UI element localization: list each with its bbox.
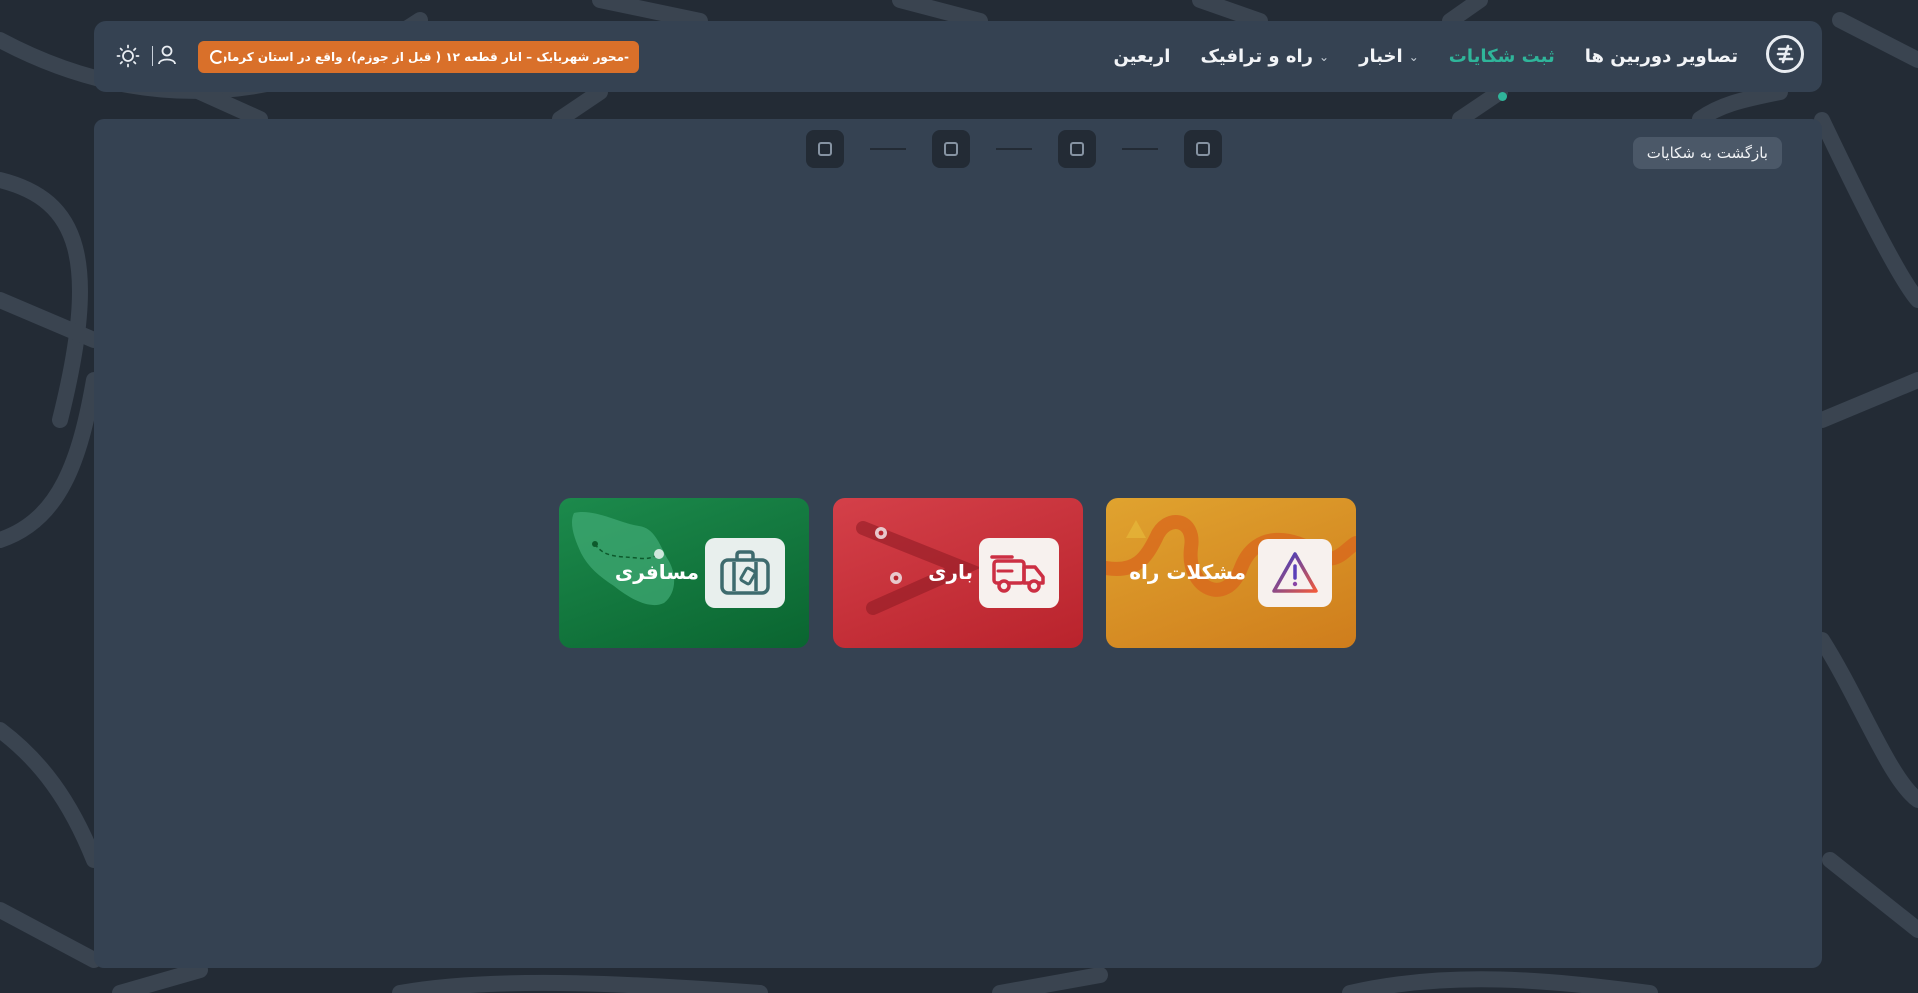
nav-item-label: اخبار: [1359, 46, 1403, 67]
step-connector: [1122, 148, 1158, 150]
nav-item-label: ثبت شکایات: [1448, 46, 1555, 67]
road-problems-card[interactable]: مشکلات راه: [1106, 498, 1356, 648]
chevron-down-icon: ⌄: [1408, 49, 1419, 64]
card-label: مشکلات راه: [1129, 560, 1246, 584]
user-icon[interactable]: [156, 44, 178, 66]
card-label: مسافری: [614, 560, 699, 584]
nav-item-label: راه و ترافیک: [1200, 46, 1314, 67]
stepper: [806, 130, 1222, 168]
active-indicator: [1497, 92, 1507, 101]
loading-spinner-icon: [210, 50, 224, 64]
divider: [152, 46, 153, 66]
step-connector: [870, 148, 906, 150]
nav-item-camera-images[interactable]: تصاویر دوربین ها: [1585, 46, 1738, 67]
suitcase-icon: [705, 538, 785, 608]
step-4: [806, 130, 844, 168]
cargo-card[interactable]: باری: [833, 498, 1083, 648]
nav-item-arbaeen[interactable]: اربعین: [1113, 46, 1170, 67]
nav-item-news[interactable]: اخبار ⌄: [1359, 46, 1419, 67]
nav-item-label: اربعین: [1113, 46, 1171, 67]
step-1: [1184, 130, 1222, 168]
top-navbar: تصاویر دوربین ها ثبت شکایات اخبار ⌄ راه …: [94, 21, 1822, 101]
step-2: [1058, 130, 1096, 168]
step-connector: [996, 148, 1032, 150]
chevron-down-icon: ⌄: [1319, 49, 1330, 64]
nav-item-road-traffic[interactable]: راه و ترافیک ⌄: [1200, 46, 1329, 67]
nav-item-register-complaints[interactable]: ثبت شکایات: [1448, 46, 1555, 101]
back-to-complaints-button[interactable]: بازگشت به شکایات: [1632, 137, 1782, 169]
ticker-text: -محور شهربابک – انار قطعه ۱۲ ( قبل از جو…: [224, 50, 629, 64]
passenger-card[interactable]: مسافری: [559, 498, 809, 648]
step-3: [932, 130, 970, 168]
card-label: باری: [928, 560, 973, 584]
nav-menu: تصاویر دوربین ها ثبت شکایات اخبار ⌄ راه …: [1113, 21, 1738, 101]
nav-item-label: تصاویر دوربین ها: [1584, 46, 1738, 67]
warning-triangle-icon: [1258, 539, 1332, 607]
main-panel: بازگشت به شکایات مشکلات راه باری مسافری: [94, 119, 1822, 968]
logo-icon[interactable]: [1766, 35, 1804, 73]
truck-icon: [979, 538, 1059, 608]
sun-icon[interactable]: [116, 44, 140, 68]
news-ticker[interactable]: -محور شهربابک – انار قطعه ۱۲ ( قبل از جو…: [198, 41, 639, 73]
